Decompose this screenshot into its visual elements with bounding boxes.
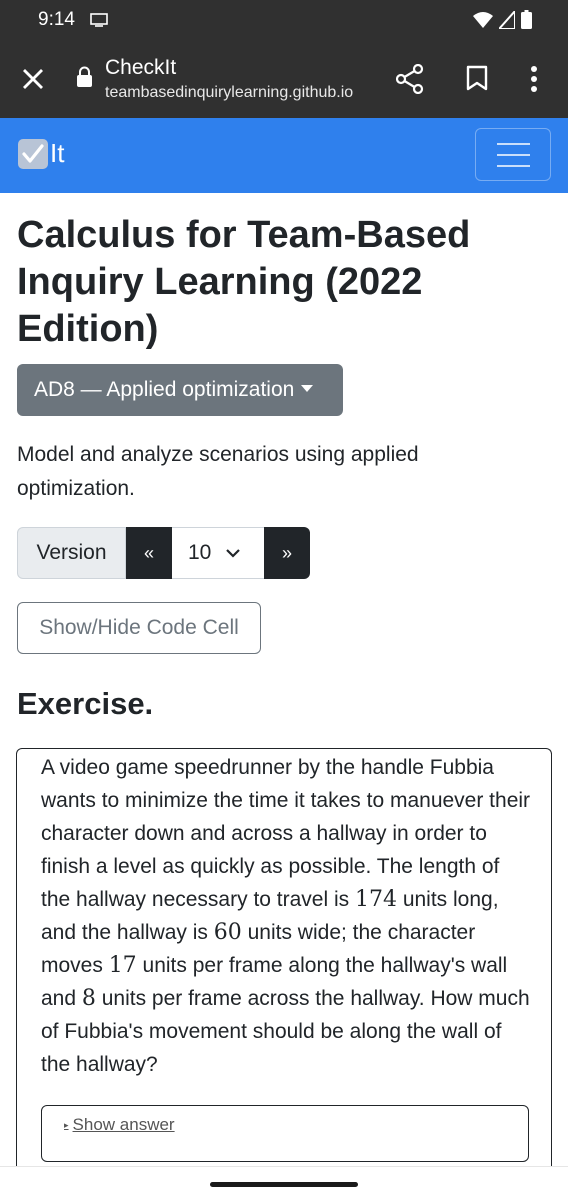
brand-text: It bbox=[50, 138, 65, 168]
home-gesture-handle[interactable] bbox=[210, 1182, 358, 1187]
version-select[interactable]: 10 bbox=[172, 527, 264, 579]
bookmark-icon[interactable] bbox=[466, 65, 488, 96]
outcome-description: Model and analyze scenarios using applie… bbox=[17, 443, 419, 500]
exercise-card: A video game speedrunner by the handle F… bbox=[16, 748, 552, 1188]
site-navbar: It bbox=[0, 118, 568, 193]
exercise-statement: A video game speedrunner by the handle F… bbox=[41, 756, 531, 1076]
outcome-dropdown-label: AD8 — Applied optimization bbox=[34, 378, 295, 401]
status-bar: 9:14 bbox=[0, 0, 568, 40]
show-hide-code-cell-button[interactable]: Show/Hide Code Cell bbox=[17, 602, 261, 654]
status-time: 9:14 bbox=[38, 9, 75, 30]
more-menu-icon[interactable] bbox=[530, 66, 538, 97]
disclosure-triangle-icon: ▸ bbox=[64, 1119, 69, 1130]
lock-icon bbox=[76, 66, 93, 93]
navbar-toggle-button[interactable] bbox=[475, 128, 551, 181]
share-icon[interactable] bbox=[395, 63, 424, 99]
show-answer-toggle[interactable]: ▸ Show answer bbox=[64, 1115, 175, 1135]
system-navigation-bar bbox=[0, 1166, 568, 1201]
chevron-down-icon bbox=[226, 549, 241, 558]
cast-icon bbox=[90, 13, 108, 32]
show-answer-label: Show answer bbox=[72, 1115, 175, 1134]
hamburger-icon bbox=[497, 143, 530, 145]
brand-logo[interactable]: It bbox=[18, 138, 64, 169]
wall-speed-value: 17 bbox=[108, 953, 137, 978]
signal-icon bbox=[496, 7, 516, 34]
url-text[interactable]: teambasedinquirylearning.github.io bbox=[105, 84, 353, 102]
outcome-dropdown-button[interactable]: AD8 — Applied optimization bbox=[17, 364, 343, 416]
battery-icon bbox=[521, 10, 532, 34]
status-icons bbox=[473, 7, 532, 34]
checkmark-icon bbox=[18, 138, 48, 169]
version-selector: Version « 10 » bbox=[17, 527, 310, 579]
hallway-width-value: 60 bbox=[213, 920, 242, 945]
version-label: Version bbox=[17, 527, 126, 579]
wifi-icon bbox=[473, 11, 493, 34]
previous-version-button[interactable]: « bbox=[126, 527, 172, 579]
page-tab-title: CheckIt bbox=[105, 56, 177, 79]
next-version-button[interactable]: » bbox=[264, 527, 310, 579]
caret-down-icon bbox=[301, 384, 314, 392]
answer-details: ▸ Show answer bbox=[41, 1105, 529, 1162]
version-select-value: 10 bbox=[188, 541, 212, 564]
exercise-heading: Exercise. bbox=[17, 686, 154, 721]
browser-toolbar: CheckIt teambasedinquirylearning.github.… bbox=[0, 40, 568, 118]
across-speed-value: 8 bbox=[81, 986, 96, 1011]
page-title: Calculus for Team-Based Inquiry Learning… bbox=[17, 214, 471, 350]
close-tab-icon[interactable] bbox=[20, 66, 46, 92]
hallway-length-value: 174 bbox=[354, 887, 397, 912]
